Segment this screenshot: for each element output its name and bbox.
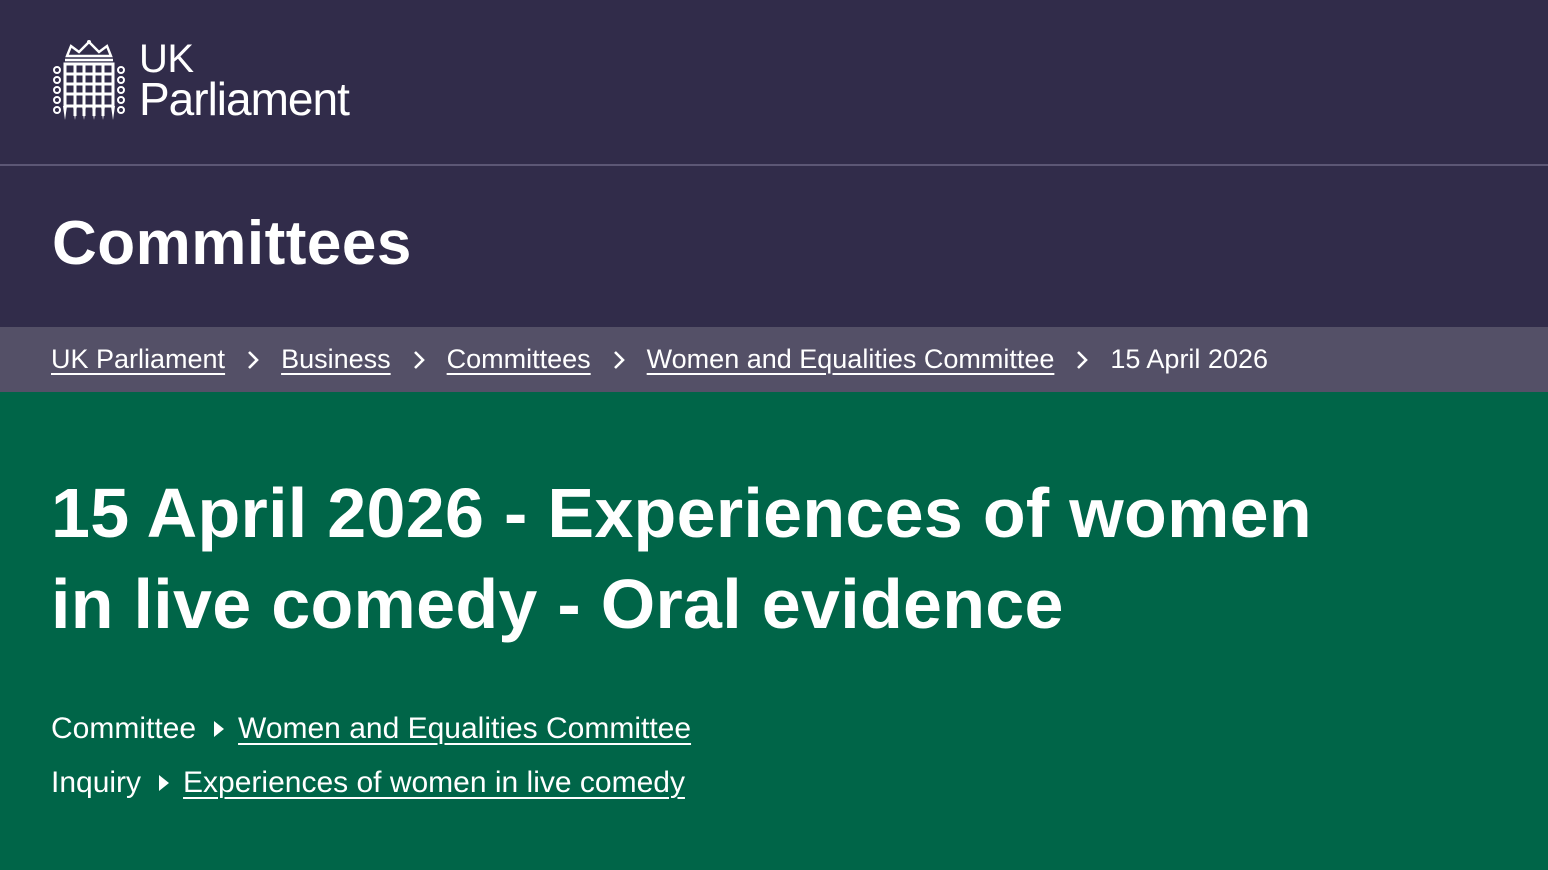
page-meta: Committee Women and Equalities Committee…	[51, 702, 691, 810]
breadcrumb-current: 15 April 2026	[1110, 344, 1268, 374]
portcullis-icon	[53, 40, 125, 122]
triangle-right-icon	[214, 721, 225, 737]
chevron-right-icon	[1054, 346, 1110, 374]
section-banner: Committees	[0, 166, 1548, 327]
breadcrumb-link-business[interactable]: Business	[281, 344, 391, 375]
logo-line-parliament: Parliament	[139, 73, 350, 126]
chevron-right-icon	[591, 346, 647, 374]
page-title: 15 April 2026 - Experiences of women in …	[51, 474, 1312, 643]
breadcrumb-link-committees[interactable]: Committees	[447, 344, 591, 375]
breadcrumb-link-uk-parliament[interactable]: UK Parliament	[51, 344, 225, 375]
section-title[interactable]: Committees	[52, 208, 412, 279]
meta-label-inquiry: Inquiry	[51, 766, 142, 799]
site-header: UK Parliament	[0, 0, 1548, 164]
chevron-right-icon	[225, 346, 281, 374]
page-hero: 15 April 2026 - Experiences of women in …	[0, 392, 1548, 870]
meta-link-committee[interactable]: Women and Equalities Committee	[238, 712, 691, 746]
meta-row-committee: Committee Women and Equalities Committee	[51, 702, 691, 756]
breadcrumb-link-women-and-equalities-committee[interactable]: Women and Equalities Committee	[647, 344, 1055, 375]
breadcrumb: UK Parliament Business Committees Women …	[0, 327, 1548, 392]
logo-wordmark: UK Parliament	[139, 40, 350, 126]
uk-parliament-logo[interactable]: UK Parliament	[53, 39, 350, 126]
meta-row-inquiry: Inquiry Experiences of women in live com…	[51, 756, 691, 810]
meta-link-inquiry[interactable]: Experiences of women in live comedy	[183, 766, 685, 800]
triangle-right-icon	[159, 775, 170, 791]
meta-label-committee: Committee	[51, 712, 197, 745]
chevron-right-icon	[391, 346, 447, 374]
